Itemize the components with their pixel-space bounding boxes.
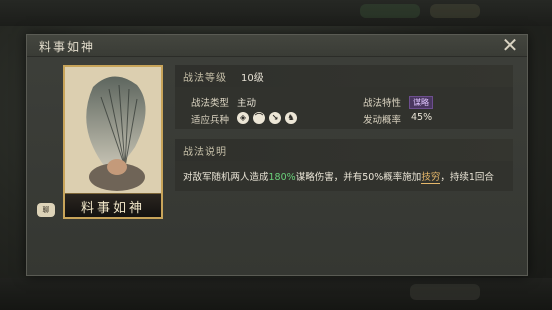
skill-description: 对敌军随机两人造成180%谋略伤害，并有50%概率施加技穷，持续1回合 (183, 169, 494, 184)
bow-icon: ⌒ (253, 112, 265, 124)
skill-trait-label: 战法特性 (363, 98, 402, 109)
background-blob (430, 4, 480, 18)
desc-text-3: ，持续1回合 (440, 172, 494, 183)
skill-detail-dialog: 料事如神 ✕ 聊 料事如神 战法等级 10级 战法类型 主动 战法特性 谋略 适… (26, 34, 528, 276)
skill-desc-box: 对敌军随机两人造成180%谋略伤害，并有50%概率施加技穷，持续1回合 (175, 161, 513, 191)
skill-info-box: 战法类型 主动 战法特性 谋略 适应兵种 ◈ ⌒ ↘ ♞ 发动概率 45% (175, 87, 513, 129)
chat-bubble-icon[interactable]: 聊 (37, 203, 55, 217)
desc-status-keyword[interactable]: 技穷 (421, 172, 441, 184)
skill-level-value: 10级 (241, 73, 264, 84)
skill-level-row: 战法等级 10级 (175, 65, 513, 87)
spear-icon: ↘ (269, 112, 281, 124)
close-icon: ✕ (501, 33, 519, 57)
desc-text-1: 对敌军随机两人造成 (183, 172, 269, 183)
desc-damage-percent: 180% (268, 172, 296, 183)
shield-icon: ◈ (237, 112, 249, 124)
skill-type-label: 战法类型 (191, 98, 230, 109)
trigger-rate-value: 45% (411, 112, 433, 123)
skill-level-label: 战法等级 (183, 73, 227, 84)
skill-desc-header: 战法说明 (175, 139, 513, 161)
background-blob (410, 284, 480, 300)
dialog-header: 料事如神 ✕ (27, 35, 527, 57)
close-button[interactable]: ✕ (501, 33, 519, 57)
skill-type-value: 主动 (237, 98, 257, 109)
trigger-rate-label: 发动概率 (363, 115, 402, 126)
skill-card-name-bar: 料事如神 (65, 193, 161, 217)
horse-icon: ♞ (285, 112, 297, 124)
skill-card-name: 料事如神 (80, 201, 145, 216)
background-blob (360, 4, 420, 18)
unit-types-label: 适应兵种 (191, 115, 230, 126)
dialog-title: 料事如神 (39, 40, 96, 54)
desc-text-2: 谋略伤害，并有50%概率施加 (295, 172, 422, 183)
skill-card-art (65, 67, 161, 195)
skill-trait-tag: 谋略 (409, 96, 433, 109)
skill-desc-title: 战法说明 (183, 147, 227, 158)
skill-card: 料事如神 (63, 65, 163, 219)
